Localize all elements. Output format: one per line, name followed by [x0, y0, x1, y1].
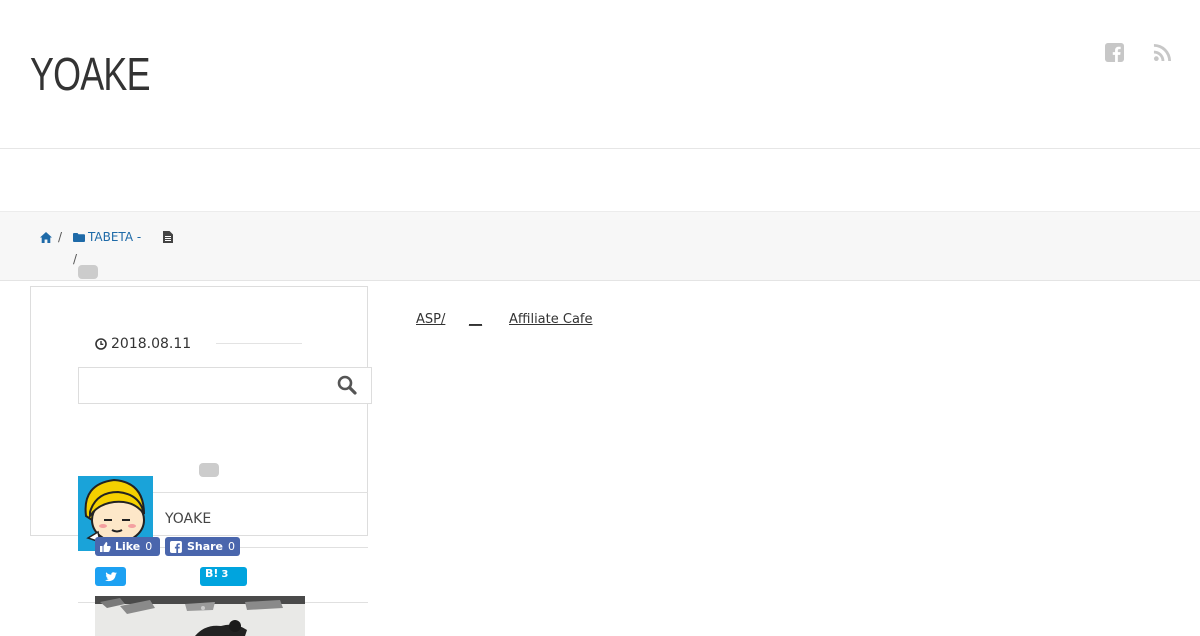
breadcrumb [0, 211, 1200, 281]
clock-icon [95, 338, 107, 350]
hatena-count: 3 [221, 569, 229, 580]
facebook-icon[interactable] [1105, 43, 1124, 62]
facebook-icon [170, 540, 182, 553]
facebook-like-count: 0 [145, 540, 153, 553]
asp-link[interactable]: ASP/ [416, 312, 445, 327]
facebook-share-button[interactable]: Share 0 [165, 537, 240, 556]
header-divider [0, 148, 1200, 149]
facebook-share-label: Share [186, 540, 223, 553]
placeholder-badge [78, 265, 98, 279]
thumbs-up-icon [100, 541, 111, 552]
post-date: 2018.08.11 [111, 336, 192, 352]
date-divider [216, 343, 302, 344]
twitter-icon [104, 571, 117, 581]
facebook-like-button[interactable]: Like 0 [95, 537, 160, 556]
search-input[interactable] [78, 367, 372, 404]
breadcrumb-separator: / [58, 230, 63, 244]
post-thumbnail[interactable] [95, 596, 305, 636]
affiliate-cafe-link[interactable]: Affiliate Cafe [509, 312, 593, 327]
author-name[interactable]: YOAKE [165, 511, 211, 527]
rss-icon[interactable] [1153, 43, 1172, 62]
folder-icon [73, 233, 85, 242]
search-icon[interactable] [337, 375, 357, 395]
breadcrumb-category[interactable]: TABETA - [88, 230, 141, 244]
facebook-share-count: 0 [228, 540, 235, 553]
home-icon[interactable] [40, 232, 52, 243]
file-icon [163, 231, 173, 243]
twitter-share-button[interactable] [95, 567, 126, 586]
breadcrumb-separator: / [73, 252, 78, 266]
placeholder-badge [199, 463, 219, 477]
blank-link[interactable]: __ [469, 312, 482, 327]
hatena-bookmark-button[interactable]: B! 3 [200, 567, 247, 586]
site-logo[interactable]: YOAKE [30, 46, 151, 102]
facebook-like-label: Like [115, 540, 141, 553]
hatena-label: B! [205, 567, 219, 580]
